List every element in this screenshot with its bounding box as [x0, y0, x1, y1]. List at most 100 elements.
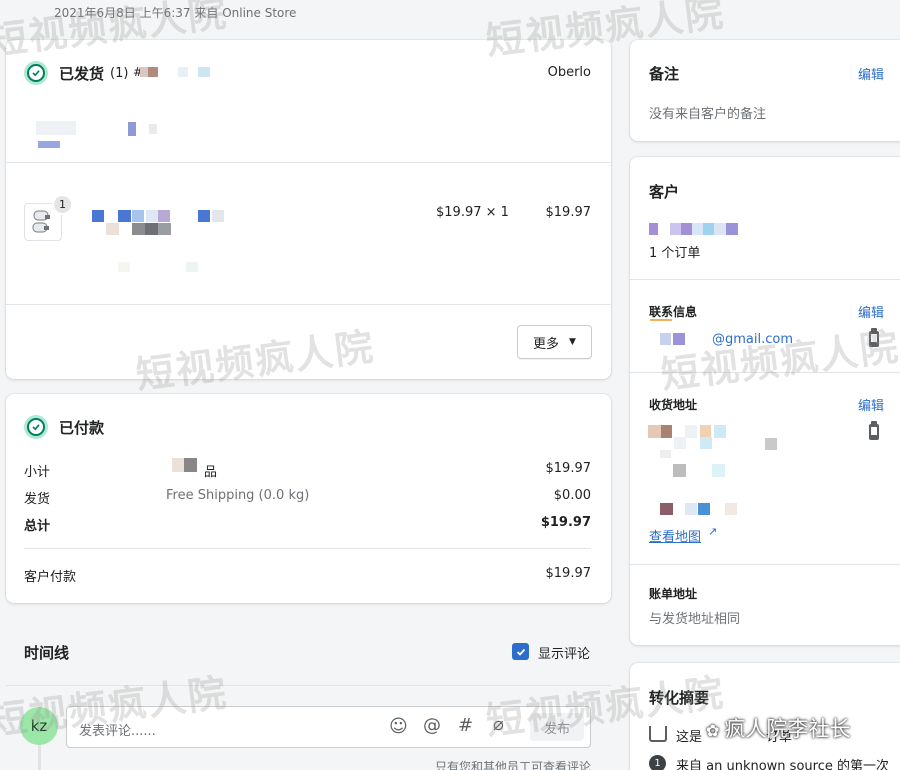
- redacted-block: [184, 458, 197, 472]
- conversion-line2: 来自 an unknown source 的第一次: [676, 759, 889, 770]
- redacted-block: [700, 437, 712, 449]
- view-map-link[interactable]: 查看地图: [649, 526, 701, 545]
- shipping-edit-link[interactable]: 编辑: [858, 395, 884, 414]
- redacted-block: [660, 333, 671, 345]
- redacted-block: [698, 503, 710, 515]
- conversion-title: 转化摘要: [649, 689, 710, 707]
- redacted-block: [186, 262, 198, 272]
- item-line-total: $19.97: [545, 205, 592, 220]
- attachment-icon[interactable]: ⌀: [493, 714, 504, 735]
- order-date-line: 2021年6月8日 上午6:37 来自 Online Store: [54, 6, 297, 20]
- underline-accent: [650, 319, 672, 321]
- notes-card: 备注 编辑 没有来自客户的备注: [630, 40, 900, 141]
- redacted-block: [725, 503, 737, 515]
- billing-address-text: 与发货地址相同: [649, 612, 741, 627]
- payment-title: 已付款: [59, 419, 105, 437]
- paid-check-icon: [24, 415, 48, 439]
- redacted-block: [673, 333, 685, 345]
- redacted-block: [106, 223, 119, 235]
- shipping-label: 发货: [24, 492, 51, 507]
- fulfillment-count: (1): [110, 66, 129, 81]
- fulfillment-title: 已发货: [59, 65, 105, 83]
- shipping-address-title: 收货地址: [649, 398, 698, 412]
- redacted-block: [212, 210, 224, 222]
- billing-address-title: 账单地址: [649, 587, 698, 601]
- comment-box[interactable]: 发表评论...... ☺ @ # ⌀ 发布: [66, 706, 591, 748]
- customer-title: 客户: [649, 183, 680, 201]
- redacted-block: [148, 67, 158, 77]
- copy-address-icon[interactable]: [869, 421, 879, 440]
- post-button[interactable]: 发布: [530, 713, 584, 741]
- redacted-block: [685, 503, 697, 515]
- total-amount: $19.97: [540, 515, 591, 530]
- fulfillment-source: Oberlo: [547, 65, 591, 80]
- redacted-block: [118, 262, 130, 272]
- redacted-block: [140, 67, 148, 77]
- mention-icon[interactable]: @: [423, 715, 441, 736]
- caret-down-icon: ▼: [569, 337, 576, 347]
- redacted-block: [681, 223, 692, 235]
- redacted-block: [712, 464, 725, 477]
- redacted-block: [198, 67, 210, 77]
- redacted-block: [118, 210, 131, 222]
- shipping-amount: $0.00: [553, 488, 591, 503]
- fulfillment-card: 已发货 (1) # Oberlo 1 $19.97 × 1 $19.97 更多 …: [6, 40, 611, 379]
- copy-email-icon[interactable]: [869, 328, 879, 347]
- redacted-block: [149, 124, 157, 134]
- redacted-block: [146, 210, 158, 222]
- redacted-block: [673, 464, 686, 477]
- timeline-title: 时间线: [24, 644, 70, 662]
- redacted-block: [158, 210, 170, 222]
- show-comments-checkbox[interactable]: [512, 643, 529, 660]
- external-link-icon: ↗: [708, 525, 718, 538]
- cart-icon: [649, 726, 667, 742]
- redacted-block: [132, 223, 145, 235]
- first-visit-icon: 1: [649, 755, 666, 770]
- redacted-block: [38, 141, 60, 148]
- customer-paid-label: 客户付款: [24, 570, 77, 585]
- notes-edit-link[interactable]: 编辑: [858, 64, 884, 83]
- redacted-block: [726, 223, 738, 235]
- redacted-block: [660, 503, 673, 515]
- redacted-block: [172, 458, 184, 472]
- redacted-block: [670, 223, 681, 235]
- redacted-block: [685, 425, 697, 438]
- more-actions-button[interactable]: 更多 ▼: [517, 325, 592, 359]
- notes-title: 备注: [649, 65, 680, 83]
- redacted-block: [145, 223, 158, 235]
- redacted-block: [674, 437, 686, 449]
- subtotal-desc: 品: [204, 465, 218, 480]
- subtotal-amount: $19.97: [545, 461, 592, 476]
- redacted-block: [692, 223, 703, 235]
- emoji-icon[interactable]: ☺: [389, 716, 408, 737]
- redacted-block: [132, 210, 144, 222]
- wechat-icon: ✿: [706, 721, 725, 740]
- fulfilled-check-icon: [24, 61, 48, 85]
- redacted-block: [158, 223, 171, 235]
- conversion-line1: 这是: [676, 730, 703, 745]
- redacted-block: [36, 121, 76, 135]
- redacted-block: [648, 425, 661, 438]
- redacted-block: [198, 210, 210, 222]
- show-comments-label[interactable]: 显示评论: [538, 643, 590, 662]
- contact-edit-link[interactable]: 编辑: [858, 302, 884, 321]
- hashtag-icon[interactable]: #: [458, 715, 473, 736]
- redacted-block: [128, 122, 136, 136]
- comment-visibility-note: 只有您和其他员工可查看评论: [434, 760, 591, 770]
- customer-paid-amount: $19.97: [545, 566, 592, 581]
- redacted-block: [765, 438, 777, 450]
- comment-input[interactable]: 发表评论......: [79, 720, 156, 739]
- item-unit-price: $19.97 × 1: [436, 205, 509, 220]
- subtotal-label: 小计: [24, 465, 51, 480]
- payment-card: 已付款 小计 品 $19.97 发货 Free Shipping (0.0 kg…: [6, 394, 611, 603]
- redacted-block: [92, 210, 104, 222]
- shipping-desc: Free Shipping (0.0 kg): [166, 488, 310, 503]
- redacted-block: [714, 425, 726, 438]
- redacted-block: [649, 223, 658, 235]
- contact-email[interactable]: @gmail.com: [712, 332, 793, 347]
- quantity-badge: 1: [52, 194, 73, 215]
- redacted-block: [703, 223, 714, 235]
- redacted-block: [660, 450, 671, 458]
- orders-count: 1 个订单: [649, 246, 701, 261]
- total-label: 总计: [24, 519, 51, 534]
